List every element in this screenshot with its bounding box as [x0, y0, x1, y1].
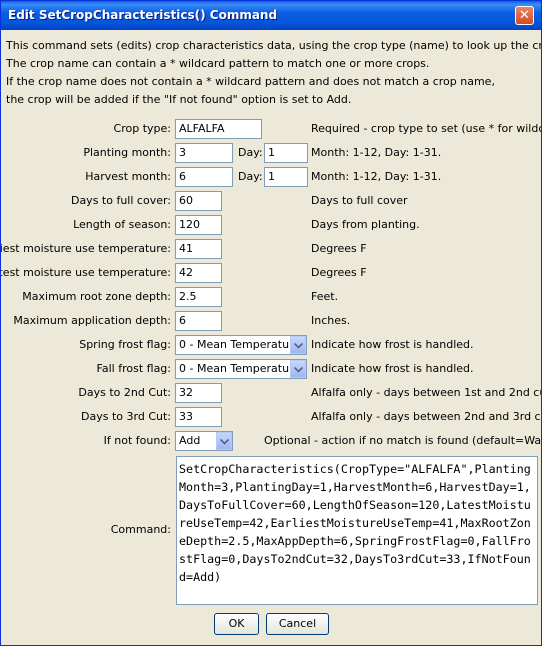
window-title: Edit SetCropCharacteristics() Command — [8, 8, 278, 22]
intro-line-2: The crop name can contain a * wildcard p… — [6, 57, 430, 70]
days-2nd-cut-input[interactable]: 32 — [175, 383, 222, 403]
chevron-down-icon — [294, 367, 303, 373]
spring-frost-select[interactable]: 0 - Mean Temperature — [175, 335, 307, 355]
ok-button[interactable]: OK — [214, 613, 259, 635]
dialog-content: This command sets (edits) crop character… — [1, 30, 541, 645]
days-3rd-cut-note: Alfalfa only - days between 2nd and 3rd … — [311, 410, 542, 423]
crop-type-input[interactable]: ALFALFA — [175, 119, 262, 139]
intro-line-3: If the crop name does not contain a * wi… — [6, 75, 495, 88]
days-3rd-cut-label: Days to 3rd Cut: — [81, 410, 171, 423]
chevron-down-icon — [294, 343, 303, 349]
fall-frost-select[interactable]: 0 - Mean Temperature — [175, 359, 307, 379]
earliest-temp-label: Earliest moisture use temperature: — [0, 242, 171, 255]
if-not-found-select[interactable]: Add — [175, 431, 233, 451]
crop-type-note: Required - crop type to set (use * for w… — [311, 122, 542, 135]
max-app-depth-note: Inches. — [311, 314, 351, 327]
intro-line-1: This command sets (edits) crop character… — [6, 39, 542, 52]
if-not-found-value: Add — [179, 434, 201, 447]
planting-day-label: Day: — [238, 146, 263, 159]
planting-day-input[interactable]: 1 — [264, 143, 308, 163]
crop-type-label: Crop type: — [113, 122, 171, 135]
fall-frost-value: 0 - Mean Temperature — [179, 362, 301, 375]
if-not-found-note: Optional - action if no match is found (… — [264, 434, 542, 447]
days-3rd-cut-input[interactable]: 33 — [175, 407, 222, 427]
spring-frost-value: 0 - Mean Temperature — [179, 338, 301, 351]
season-length-input[interactable]: 120 — [175, 215, 222, 235]
fall-frost-dropdown-button[interactable] — [290, 360, 306, 378]
harvest-note: Month: 1-12, Day: 1-31. — [311, 170, 442, 183]
planting-month-label: Planting month: — [83, 146, 171, 159]
fall-frost-note: Indicate how frost is handled. — [311, 362, 474, 375]
fall-frost-label: Fall frost flag: — [96, 362, 171, 375]
spring-frost-label: Spring frost flag: — [79, 338, 171, 351]
planting-month-input[interactable]: 3 — [175, 143, 233, 163]
max-app-depth-label: Maximum application depth: — [13, 314, 171, 327]
chevron-down-icon — [220, 439, 229, 445]
dialog-window: Edit SetCropCharacteristics() Command ✕ … — [0, 0, 542, 646]
days-full-cover-note: Days to full cover — [311, 194, 408, 207]
harvest-month-label: Harvest month: — [85, 170, 171, 183]
spring-frost-note: Indicate how frost is handled. — [311, 338, 474, 351]
harvest-day-label: Day: — [238, 170, 263, 183]
season-length-note: Days from planting. — [311, 218, 420, 231]
spring-frost-dropdown-button[interactable] — [290, 336, 306, 354]
days-2nd-cut-label: Days to 2nd Cut: — [78, 386, 171, 399]
close-button[interactable]: ✕ — [515, 6, 534, 25]
latest-temp-note: Degrees F — [311, 266, 367, 279]
harvest-day-input[interactable]: 1 — [264, 167, 308, 187]
cancel-button[interactable]: Cancel — [266, 613, 329, 635]
max-root-depth-note: Feet. — [311, 290, 339, 303]
command-textarea[interactable]: SetCropCharacteristics(CropType="ALFALFA… — [176, 456, 538, 605]
days-full-cover-label: Days to full cover: — [70, 194, 171, 207]
latest-temp-label: Latest moisture use temperature: — [0, 266, 171, 279]
if-not-found-dropdown-button[interactable] — [216, 432, 232, 450]
close-icon: ✕ — [519, 8, 530, 23]
intro-line-4: the crop will be added if the "If not fo… — [6, 93, 352, 106]
harvest-month-input[interactable]: 6 — [175, 167, 233, 187]
planting-note: Month: 1-12, Day: 1-31. — [311, 146, 442, 159]
days-full-cover-input[interactable]: 60 — [175, 191, 222, 211]
season-length-label: Length of season: — [73, 218, 171, 231]
command-label: Command: — [110, 523, 171, 536]
title-bar[interactable]: Edit SetCropCharacteristics() Command ✕ — [1, 1, 541, 30]
max-app-depth-input[interactable]: 6 — [175, 311, 222, 331]
max-root-depth-label: Maximum root zone depth: — [22, 290, 171, 303]
latest-temp-input[interactable]: 42 — [175, 263, 222, 283]
if-not-found-label: If not found: — [103, 434, 171, 447]
days-2nd-cut-note: Alfalfa only - days between 1st and 2nd … — [311, 386, 542, 399]
max-root-depth-input[interactable]: 2.5 — [175, 287, 222, 307]
earliest-temp-note: Degrees F — [311, 242, 367, 255]
earliest-temp-input[interactable]: 41 — [175, 239, 222, 259]
